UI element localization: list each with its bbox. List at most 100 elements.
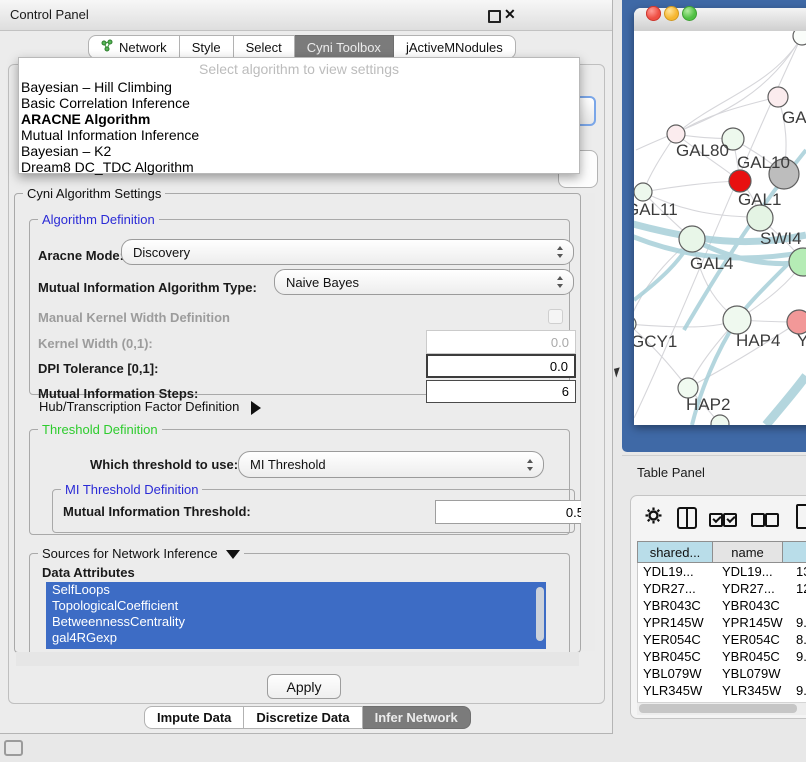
bottom-tab-bar: Impute DataDiscretize DataInfer Network	[144, 706, 471, 729]
settings-vertical-scrollbar[interactable]	[581, 193, 595, 651]
table-cell: 12	[791, 580, 806, 597]
combo-stepper-icon	[557, 246, 564, 258]
tab-label: Cyni Toolbox	[307, 40, 381, 55]
dpi-tolerance-field[interactable]: 0.0	[426, 354, 576, 378]
deselect-all-icon[interactable]	[751, 513, 765, 527]
combo-stepper-icon	[557, 276, 564, 288]
data-attributes-list[interactable]: SelfLoopsTopologicalCoefficientBetweenne…	[46, 582, 546, 649]
column-header-name[interactable]: name	[713, 541, 783, 563]
tab-impute-data[interactable]: Impute Data	[144, 706, 244, 729]
algorithm-item-bayesian-hill-climbing[interactable]: Bayesian – Hill Climbing	[21, 79, 577, 95]
mi-threshold-label: Mutual Information Threshold:	[63, 504, 251, 519]
settings-horizontal-scrollbar[interactable]	[16, 652, 579, 666]
page-icon[interactable]	[796, 504, 806, 529]
table-row[interactable]: YBR045CYBR045C9.	[638, 648, 806, 665]
apply-button-label: Apply	[286, 679, 321, 695]
column-header-a[interactable]: A	[783, 541, 806, 563]
tab-select[interactable]: Select	[234, 35, 295, 59]
tab-infer-network[interactable]: Infer Network	[363, 706, 471, 729]
node-label-hap2: HAP2	[686, 395, 730, 415]
table-cell: YPR145W	[717, 614, 791, 631]
network-labels: GALGAL80GAL10GAL1GAL11GAL4SWI4GCY1HAP4YH…	[634, 31, 806, 425]
tab-discretize-data[interactable]: Discretize Data	[244, 706, 362, 729]
select-all-icon[interactable]	[709, 513, 723, 527]
float-panel-icon[interactable]	[488, 10, 501, 23]
minimized-panel-icon[interactable]	[4, 740, 23, 756]
mi-threshold-group: MI Threshold Definition Mutual Informati…	[52, 489, 575, 533]
gear-icon[interactable]	[645, 507, 662, 524]
tab-jactivemnodules[interactable]: jActiveMNodules	[394, 35, 516, 59]
table-row[interactable]: YBL079WYBL079W	[638, 665, 806, 682]
node-label-gal1: GAL1	[738, 190, 781, 210]
table-cell: 8.	[791, 631, 806, 648]
kernel-width-label: Kernel Width (0,1):	[38, 336, 153, 351]
table-row[interactable]: YDR27...YDR27...12	[638, 580, 806, 597]
which-threshold-label: Which threshold to use:	[90, 457, 238, 472]
node-label-gal11: GAL11	[634, 200, 678, 220]
table-cell: YLR345W	[717, 682, 791, 699]
table-scrollbar-thumb[interactable]	[639, 704, 797, 713]
mi-threshold-field[interactable]: 0.5	[435, 500, 591, 524]
aracne-mode-combo[interactable]: Discovery	[121, 239, 574, 265]
tab-style[interactable]: Style	[180, 35, 234, 59]
algorithm-item-basic-correlation-inference[interactable]: Basic Correlation Inference	[21, 95, 577, 111]
hub-definition-toggle[interactable]: Hub/Transcription Factor Definition	[39, 399, 261, 415]
tab-label: Style	[192, 40, 221, 55]
list-scrollbar-thumb[interactable]	[536, 587, 544, 641]
apply-button[interactable]: Apply	[267, 674, 341, 699]
expand-right-icon	[251, 401, 261, 415]
table-cell: YBR043C	[717, 597, 791, 614]
attribute-item-gal4rgexp[interactable]: gal4RGexp	[46, 630, 546, 646]
close-window-icon[interactable]	[646, 6, 661, 21]
manual-kernel-label: Manual Kernel Width Definition	[38, 310, 230, 325]
table-row[interactable]: YDL19...YDL19...13	[638, 563, 806, 580]
node-label-gal4: GAL4	[690, 254, 733, 274]
table-cell: 9.	[791, 648, 806, 665]
algorithm-item-bayesian-k2[interactable]: Bayesian – K2	[21, 143, 577, 159]
table-cell: YDL19...	[638, 563, 717, 580]
table-row[interactable]: YER054CYER054C8.	[638, 631, 806, 648]
table-cell: YBL079W	[638, 665, 717, 682]
algorithm-item-aracne-algorithm[interactable]: ARACNE Algorithm	[21, 111, 577, 127]
kernel-width-field[interactable]: 0.0	[426, 330, 576, 354]
zoom-window-icon[interactable]	[682, 6, 697, 21]
kernel-width-value: 0.0	[551, 335, 569, 350]
mi-type-combo[interactable]: Naive Bayes	[274, 269, 574, 295]
split-columns-icon[interactable]	[677, 507, 697, 529]
minimize-window-icon[interactable]	[664, 6, 679, 21]
algorithm-item-dream8-dc-tdc-algorithm[interactable]: Dream8 DC_TDC Algorithm	[21, 159, 577, 175]
tab-cyni-toolbox[interactable]: Cyni Toolbox	[295, 35, 394, 59]
aracne-mode-value: Discovery	[133, 245, 190, 260]
threshold-definition-group: Threshold Definition Which threshold to …	[29, 429, 570, 535]
table-cell	[791, 665, 806, 682]
table-panel-title: Table Panel	[637, 465, 705, 480]
tab-network[interactable]: Network	[88, 35, 180, 59]
attribute-item-topologicalcoefficient[interactable]: TopologicalCoefficient	[46, 598, 546, 614]
table-cell: YBR043C	[638, 597, 717, 614]
table-row[interactable]: YPR145WYPR145W9.	[638, 614, 806, 631]
table-horizontal-scrollbar[interactable]	[637, 702, 806, 715]
mi-steps-field[interactable]: 6	[426, 380, 576, 403]
node-label-gcy1: GCY1	[634, 332, 677, 352]
hub-definition-label: Hub/Transcription Factor Definition	[39, 399, 239, 414]
select-all-icon[interactable]	[723, 513, 737, 527]
table-cell: YER054C	[717, 631, 791, 648]
mi-type-label: Mutual Information Algorithm Type:	[38, 280, 257, 295]
deselect-all-icon[interactable]	[765, 513, 779, 527]
manual-kernel-checkbox[interactable]	[548, 309, 563, 324]
column-header-shared[interactable]: shared...	[638, 541, 713, 563]
attribute-item-selfloops[interactable]: SelfLoops	[46, 582, 546, 598]
which-threshold-combo[interactable]: MI Threshold	[238, 451, 544, 478]
node-label-gal10: GAL10	[737, 153, 790, 173]
table-cell: YBL079W	[717, 665, 791, 682]
network-canvas[interactable]: GALGAL80GAL10GAL1GAL11GAL4SWI4GCY1HAP4YH…	[634, 31, 806, 425]
algorithm-item-mutual-information-inference[interactable]: Mutual Information Inference	[21, 127, 577, 143]
cyni-settings-legend: Cyni Algorithm Settings	[23, 186, 165, 201]
table-row[interactable]: YLR345WYLR345W9.	[638, 682, 806, 699]
attribute-item-betweennesscentrality[interactable]: BetweennessCentrality	[46, 614, 546, 630]
table-row[interactable]: YBR043CYBR043C	[638, 597, 806, 614]
table-cell: YLR345W	[638, 682, 717, 699]
top-tab-bar: Network Style Select Cyni Toolbox jActiveMNo…	[88, 35, 516, 59]
mi-type-value: Naive Bayes	[286, 275, 359, 290]
close-panel-icon[interactable]: ✕	[504, 6, 516, 23]
